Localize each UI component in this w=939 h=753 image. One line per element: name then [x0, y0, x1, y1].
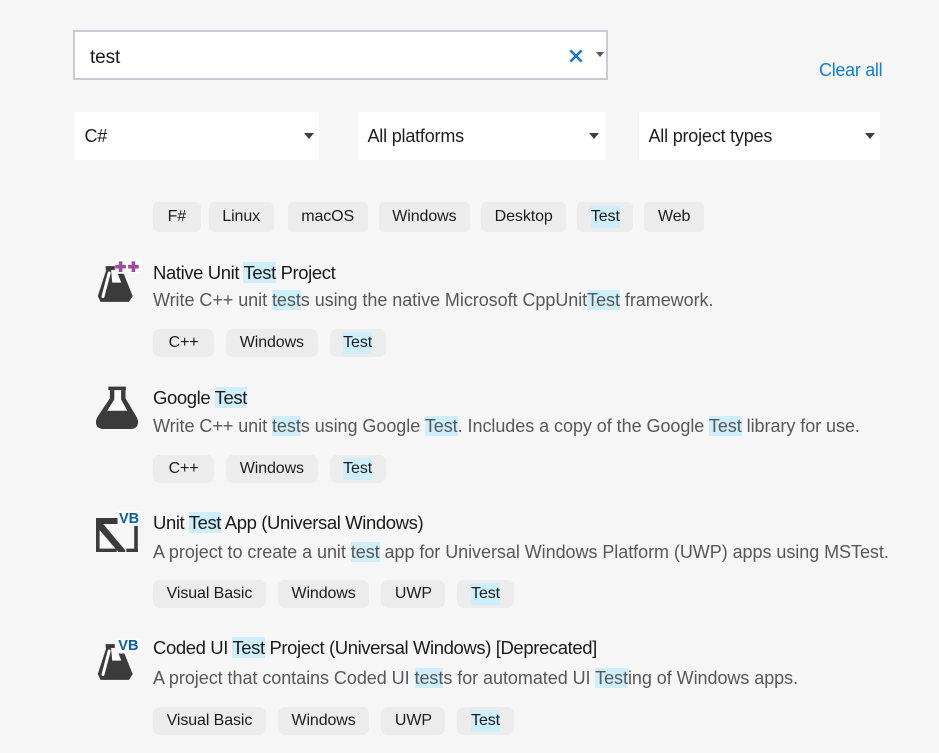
- svg-text:VB: VB: [119, 511, 139, 527]
- svg-text:VB: VB: [118, 638, 138, 654]
